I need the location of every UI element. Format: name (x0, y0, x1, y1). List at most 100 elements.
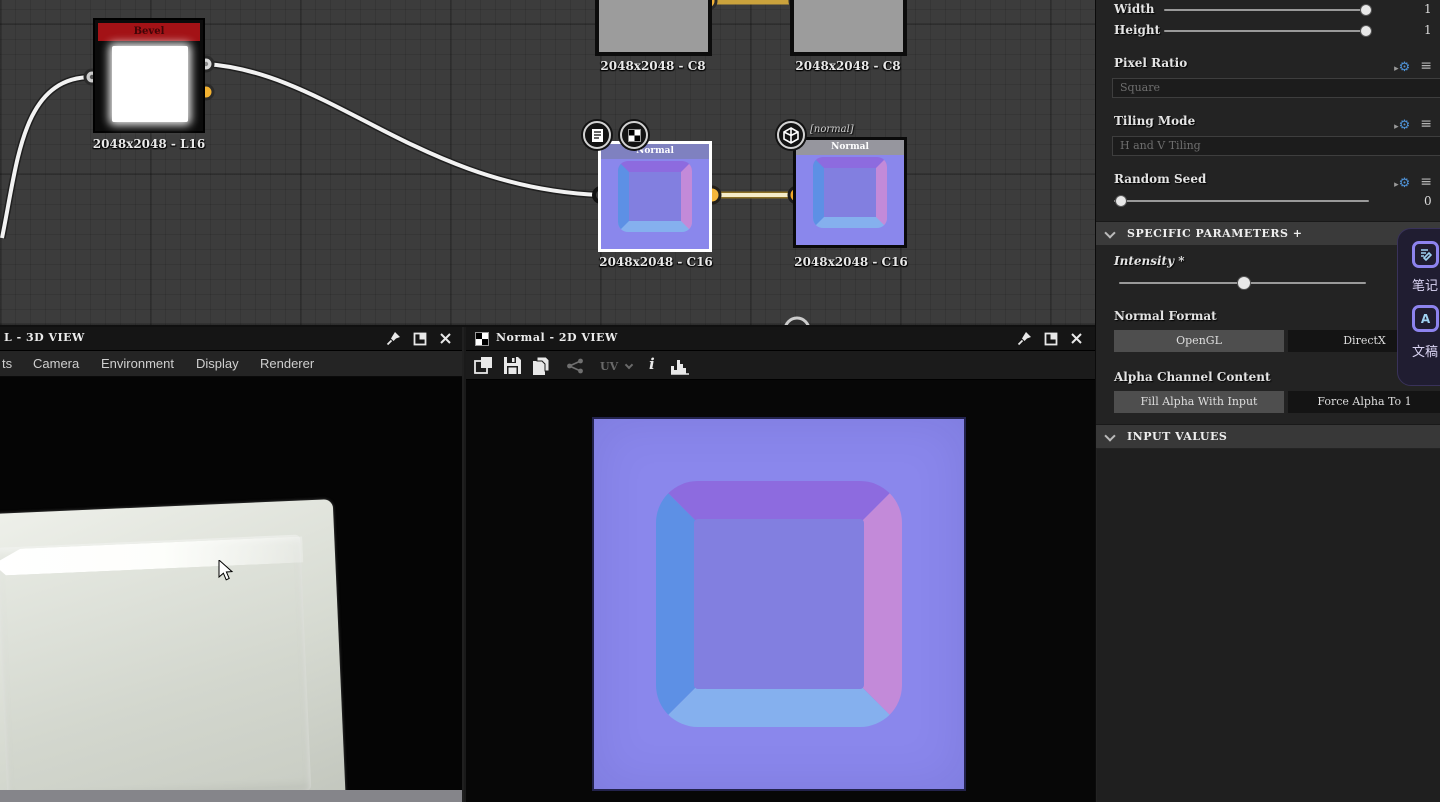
options-menu-icon[interactable]: ≡ (1420, 116, 1432, 132)
panel-2d-title: Normal - 2D VIEW (496, 331, 618, 344)
viewport-2d[interactable] (466, 380, 1095, 802)
chevron-down-icon (1104, 430, 1116, 442)
uniform-color-node-left[interactable] (595, 0, 712, 56)
alpha-force-button[interactable]: Force Alpha To 1 (1288, 391, 1440, 413)
pixel-ratio-dropdown[interactable]: Square (1112, 78, 1440, 98)
node-label: 2048x2048 - C16 (794, 255, 908, 269)
function-button[interactable]: ▸⚙ (1394, 172, 1410, 191)
annotation-overlay-popup: 笔记 A 文稿 (1397, 228, 1440, 386)
tiling-mode-label: Tiling Mode (1114, 114, 1196, 128)
specific-parameters-header[interactable]: SPECIFIC PARAMETERS + (1096, 221, 1440, 245)
info-icon[interactable]: i (649, 355, 655, 373)
height-label: Height (1114, 23, 1161, 37)
doc-tool-icon[interactable]: A (1412, 305, 1439, 332)
cube-3d-icon (783, 126, 799, 144)
bevel-node[interactable]: Bevel (93, 18, 205, 133)
node-graph-canvas[interactable]: 2048x2048 - C8 2048x2048 - C8 Bevel 2048… (0, 0, 1095, 327)
normal-node-right[interactable]: Normal (793, 137, 907, 248)
normal-node-thumbnail (796, 140, 904, 245)
uniform-color-node-right[interactable] (790, 0, 907, 56)
maximize-icon[interactable] (1044, 332, 1058, 346)
copy-icon[interactable] (532, 356, 551, 376)
document-icon (591, 128, 603, 142)
wire-bevel-to-normal (205, 62, 601, 197)
pin-icon[interactable] (1017, 331, 1032, 346)
node-label: 2048x2048 - C16 (599, 255, 713, 269)
view-2d-badge[interactable] (620, 121, 648, 149)
menu-display[interactable]: Display (196, 356, 239, 371)
bevel-node-header: Bevel (98, 23, 200, 41)
input-values-body (1097, 449, 1440, 802)
doc-tool-label: 文稿 (1412, 345, 1439, 360)
partial-bottom-pin[interactable] (784, 316, 810, 327)
normal-node-header: Normal (601, 144, 709, 159)
function-button[interactable]: ▸⚙ (1394, 56, 1410, 75)
alpha-channel-label: Alpha Channel Content (1114, 370, 1271, 384)
height-slider-knob[interactable] (1360, 25, 1372, 37)
panel-3d-titlebar[interactable]: L - 3D VIEW (0, 327, 462, 351)
node-label: 2048x2048 - C8 (600, 59, 706, 73)
displayed-in-2d-badge[interactable] (583, 121, 611, 149)
close-icon[interactable] (1070, 332, 1083, 345)
height-slider[interactable] (1164, 30, 1371, 32)
pin-icon[interactable] (386, 331, 401, 346)
width-slider-knob[interactable] (1360, 4, 1372, 16)
wire-outline (205, 60, 601, 199)
normal-format-opengl-button[interactable]: OpenGL (1114, 330, 1284, 352)
normal-node-header: Normal (796, 140, 904, 155)
viewport-floor (0, 790, 462, 802)
save-icon[interactable] (503, 356, 522, 375)
panel-3d-title: L - 3D VIEW (4, 331, 85, 344)
normal-map-image (592, 417, 966, 791)
function-button[interactable]: ▸⚙ (1394, 114, 1410, 133)
usage-tag: [normal] (810, 124, 854, 135)
maximize-icon[interactable] (413, 332, 427, 346)
properties-panel: Width 1 Height 1 Pixel Ratio ▸⚙ ≡ Square… (1095, 0, 1440, 802)
options-menu-icon[interactable]: ≡ (1420, 58, 1432, 74)
width-value: 1 (1424, 2, 1432, 16)
panel-2d-titlebar[interactable]: Normal - 2D VIEW (466, 327, 1095, 351)
input-values-header[interactable]: INPUT VALUES (1096, 424, 1440, 448)
menu-objects[interactable]: ts (2, 356, 12, 371)
swap-view-icon[interactable] (474, 356, 494, 375)
view3d-menubar: ts Camera Environment Display Renderer (0, 351, 462, 377)
menu-renderer[interactable]: Renderer (260, 356, 314, 371)
width-slider[interactable] (1164, 9, 1371, 11)
normal-node-left[interactable]: Normal (598, 141, 712, 252)
intensity-knob[interactable] (1237, 276, 1251, 290)
options-menu-icon[interactable]: ≡ (1420, 174, 1432, 190)
uv-mode-dropdown[interactable]: UV (600, 360, 618, 373)
tiling-mode-dropdown[interactable]: H and V Tiling (1112, 136, 1440, 156)
note-tool-label: 笔记 (1412, 279, 1439, 294)
displayed-in-3d-badge[interactable] (777, 121, 805, 149)
note-tool-icon[interactable] (1412, 241, 1439, 268)
specific-parameters-title: SPECIFIC PARAMETERS + (1127, 227, 1303, 240)
normal-node-thumbnail (601, 144, 709, 249)
width-label: Width (1114, 2, 1155, 16)
random-seed-knob[interactable] (1115, 195, 1127, 207)
node-label: 2048x2048 - L16 (92, 137, 206, 151)
intensity-label: Intensity * (1114, 254, 1185, 268)
menu-environment[interactable]: Environment (101, 356, 174, 371)
panel-3d-view: L - 3D VIEW ts Camera Environment Displa… (0, 327, 464, 802)
bevel-node-thumbnail (112, 46, 188, 122)
random-seed-label: Random Seed (1114, 172, 1207, 186)
mouse-cursor (218, 560, 234, 581)
input-values-title: INPUT VALUES (1127, 430, 1228, 443)
chevron-down-icon (1104, 227, 1116, 239)
view2d-toolbar: UV i (466, 351, 1095, 380)
menu-camera[interactable]: Camera (33, 356, 79, 371)
checker-icon (627, 128, 641, 142)
random-seed-value: 0 (1424, 194, 1432, 208)
pixel-ratio-label: Pixel Ratio (1114, 56, 1188, 70)
alpha-fill-button[interactable]: Fill Alpha With Input (1114, 391, 1284, 413)
histogram-icon[interactable] (670, 356, 690, 375)
random-seed-slider[interactable] (1114, 200, 1369, 202)
share-graph-icon[interactable] (566, 358, 584, 374)
chevron-down-icon[interactable] (624, 360, 634, 370)
close-icon[interactable] (439, 332, 452, 345)
panel-2d-view: Normal - 2D VIEW UV i (466, 327, 1095, 802)
material-preview-plate (0, 499, 348, 802)
viewport-3d[interactable] (0, 377, 462, 802)
panel-2d-icon (475, 332, 489, 346)
